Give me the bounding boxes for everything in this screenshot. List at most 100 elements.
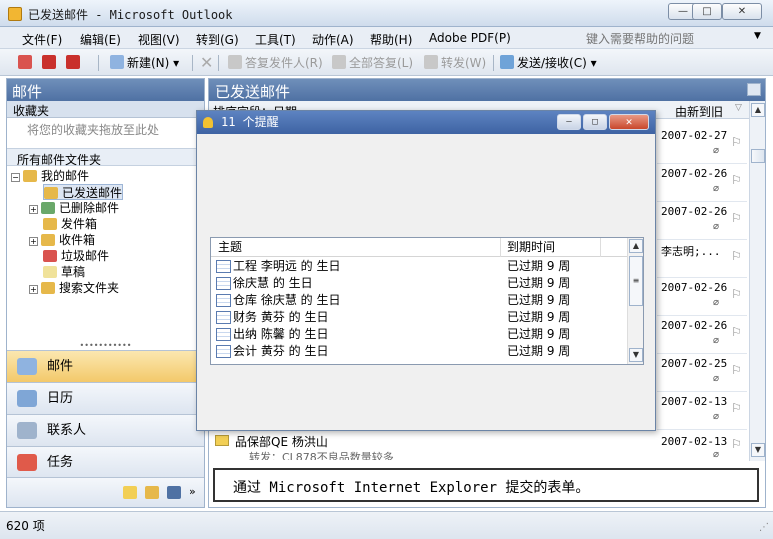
resize-grip-icon[interactable]: ⋰: [759, 522, 769, 533]
reminders-close-button[interactable]: ✕: [609, 114, 649, 130]
menu-adobe-pdf[interactable]: Adobe PDF(P): [429, 31, 511, 45]
folder-deleted[interactable]: + 已删除邮件: [29, 200, 119, 216]
menu-edit[interactable]: 编辑(E): [80, 31, 121, 48]
reminder-row[interactable]: 财务 黄芬 的 生日 已过期 9 周: [211, 309, 627, 326]
nav-contacts-button[interactable]: 联系人: [7, 414, 204, 446]
message-date: 2007-02-26: [661, 205, 728, 218]
reminder-subject: 工程 李明远 的 生日: [233, 259, 341, 273]
reminder-row[interactable]: 徐庆慧 的 生日 已过期 9 周: [211, 275, 627, 292]
reminder-row[interactable]: 仓库 徐庆慧 的 生日 已过期 9 周: [211, 292, 627, 309]
expand-icon[interactable]: +: [29, 285, 38, 294]
tree-root[interactable]: − 我的邮件: [11, 168, 89, 184]
notes-icon[interactable]: [123, 486, 137, 499]
close-button[interactable]: ✕: [722, 3, 762, 20]
flag-icon[interactable]: ⚐: [731, 401, 742, 415]
col-due-header[interactable]: 到期时间: [507, 238, 555, 257]
scroll-down-button[interactable]: ▼: [751, 443, 765, 457]
folder-sent[interactable]: 已发送邮件: [43, 184, 124, 200]
tasks-icon: [17, 454, 37, 471]
reminder-subject: 会计 黄芬 的 生日: [233, 344, 329, 358]
message-item[interactable]: 品保部QE 杨洪山 转发：CL878不良品数量较多 2007-02-13 ⌀ ⚐: [209, 431, 749, 461]
folder-outbox[interactable]: 发件箱: [43, 216, 97, 232]
message-date: 2007-02-26: [661, 319, 728, 332]
menu-bar: 文件(F) 编辑(E) 视图(V) 转到(G) 工具(T) 动作(A) 帮助(H…: [0, 27, 773, 49]
menu-file[interactable]: 文件(F): [22, 31, 62, 48]
reminders-scrollbar[interactable]: ▲ ≡ ▼: [627, 238, 643, 364]
toolbar: 新建(N) ▾ ✕ 答复发件人(R) 全部答复(L) 转发(W) 发送/接收(C…: [0, 49, 773, 76]
flag-icon[interactable]: ⚐: [731, 135, 742, 149]
flag-icon[interactable]: ⚐: [731, 173, 742, 187]
expand-icon[interactable]: +: [29, 237, 38, 246]
reminders-scroll-thumb[interactable]: ≡: [629, 256, 643, 306]
nav-tasks-button[interactable]: 任务: [7, 446, 204, 478]
reminders-list: 主题 到期时间 工程 李明远 的 生日 已过期 9 周徐庆慧 的 生日 已过期 9 …: [210, 237, 644, 365]
expand-icon[interactable]: +: [29, 205, 38, 214]
calendar-item-icon: [216, 294, 231, 307]
pdf-mail-icon[interactable]: [66, 54, 83, 72]
attachment-icon: ⌀: [713, 449, 720, 460]
menu-actions[interactable]: 动作(A): [312, 31, 354, 48]
reminders-title-bar[interactable]: 11 个提醒 — □ ✕: [197, 111, 655, 134]
nav-mail-button[interactable]: 邮件: [7, 350, 204, 382]
menu-go[interactable]: 转到(G): [196, 31, 239, 48]
all-folders-header[interactable]: 所有邮件文件夹: [7, 148, 204, 167]
folder-junk[interactable]: 垃圾邮件: [43, 248, 109, 264]
folder-drafts[interactable]: 草稿: [43, 264, 85, 280]
pdf-icon[interactable]: [42, 54, 59, 72]
flag-icon[interactable]: ⚐: [731, 287, 742, 301]
message-date: 2007-02-25: [661, 357, 728, 370]
col-subject-header[interactable]: 主题: [218, 238, 242, 257]
scroll-thumb[interactable]: [751, 149, 765, 163]
favorites-header[interactable]: 收藏夹: [7, 101, 204, 118]
reminders-scroll-up[interactable]: ▲: [629, 239, 643, 253]
reminder-due: 已过期 9 周: [507, 293, 571, 307]
folder-list-icon[interactable]: [145, 486, 159, 499]
calendar-item-icon: [216, 277, 231, 290]
sort-dropdown-icon[interactable]: ▽: [735, 103, 742, 113]
restore-button[interactable]: □: [692, 3, 722, 20]
reply-button[interactable]: 答复发件人(R): [228, 54, 323, 72]
flag-icon[interactable]: ⚐: [731, 249, 742, 263]
flag-icon[interactable]: ⚐: [731, 325, 742, 339]
help-dropdown-icon[interactable]: ▼: [754, 31, 761, 41]
message-date: 2007-02-13: [661, 395, 728, 408]
list-scrollbar[interactable]: ▲ ▼: [749, 101, 765, 461]
favorites-hint: 将您的收藏夹拖放至此处: [27, 123, 160, 137]
help-search-input[interactable]: [586, 30, 764, 47]
print-icon[interactable]: [18, 54, 35, 72]
reminders-minimize-button[interactable]: —: [557, 114, 581, 130]
message-preview: 转发：CL878不良品数量较多: [249, 451, 394, 460]
forward-button[interactable]: 转发(W): [424, 54, 486, 72]
reminder-subject: 出纳 陈馨 的 生日: [233, 327, 329, 341]
reminders-title: 11 个提醒: [221, 115, 279, 129]
pane-splitter[interactable]: •••••••••••: [7, 342, 204, 350]
shortcuts-icon[interactable]: [167, 486, 181, 499]
flag-icon[interactable]: ⚐: [731, 363, 742, 377]
message-date: 李志明;...: [661, 245, 721, 258]
flag-icon[interactable]: ⚐: [731, 437, 742, 451]
nav-calendar-button[interactable]: 日历: [7, 382, 204, 414]
menu-help[interactable]: 帮助(H): [370, 31, 412, 48]
folder-search[interactable]: + 搜索文件夹: [29, 280, 119, 296]
row-divider: [657, 315, 747, 316]
reminders-restore-button[interactable]: □: [583, 114, 607, 130]
reminders-scroll-down[interactable]: ▼: [629, 348, 643, 362]
reminder-row[interactable]: 工程 李明远 的 生日 已过期 9 周: [211, 258, 627, 275]
send-receive-button[interactable]: 发送/接收(C) ▾: [500, 54, 597, 72]
reminder-row[interactable]: 会计 黄芬 的 生日 已过期 9 周: [211, 343, 627, 360]
reminder-row[interactable]: 出纳 陈馨 的 生日 已过期 9 周: [211, 326, 627, 343]
reply-all-button[interactable]: 全部答复(L): [332, 54, 413, 72]
scroll-up-button[interactable]: ▲: [751, 103, 765, 117]
flag-icon[interactable]: ⚐: [731, 211, 742, 225]
menu-view[interactable]: 视图(V): [138, 31, 180, 48]
menu-tools[interactable]: 工具(T): [255, 31, 296, 48]
new-button[interactable]: 新建(N) ▾: [110, 54, 179, 72]
collapse-icon[interactable]: −: [11, 173, 20, 182]
delete-icon[interactable]: ✕: [200, 54, 213, 72]
configure-buttons-icon[interactable]: »: [189, 485, 196, 498]
folder-tree: − 我的邮件 已发送邮件 + 已删除邮件 发件箱 + 收件箱 垃圾邮件 草稿 + 搜索文…: [7, 166, 204, 361]
sort-order-label[interactable]: 由新到旧: [675, 103, 723, 120]
folder-inbox[interactable]: + 收件箱: [29, 232, 95, 248]
row-divider: [657, 391, 747, 392]
pane-options-icon[interactable]: [747, 83, 761, 96]
